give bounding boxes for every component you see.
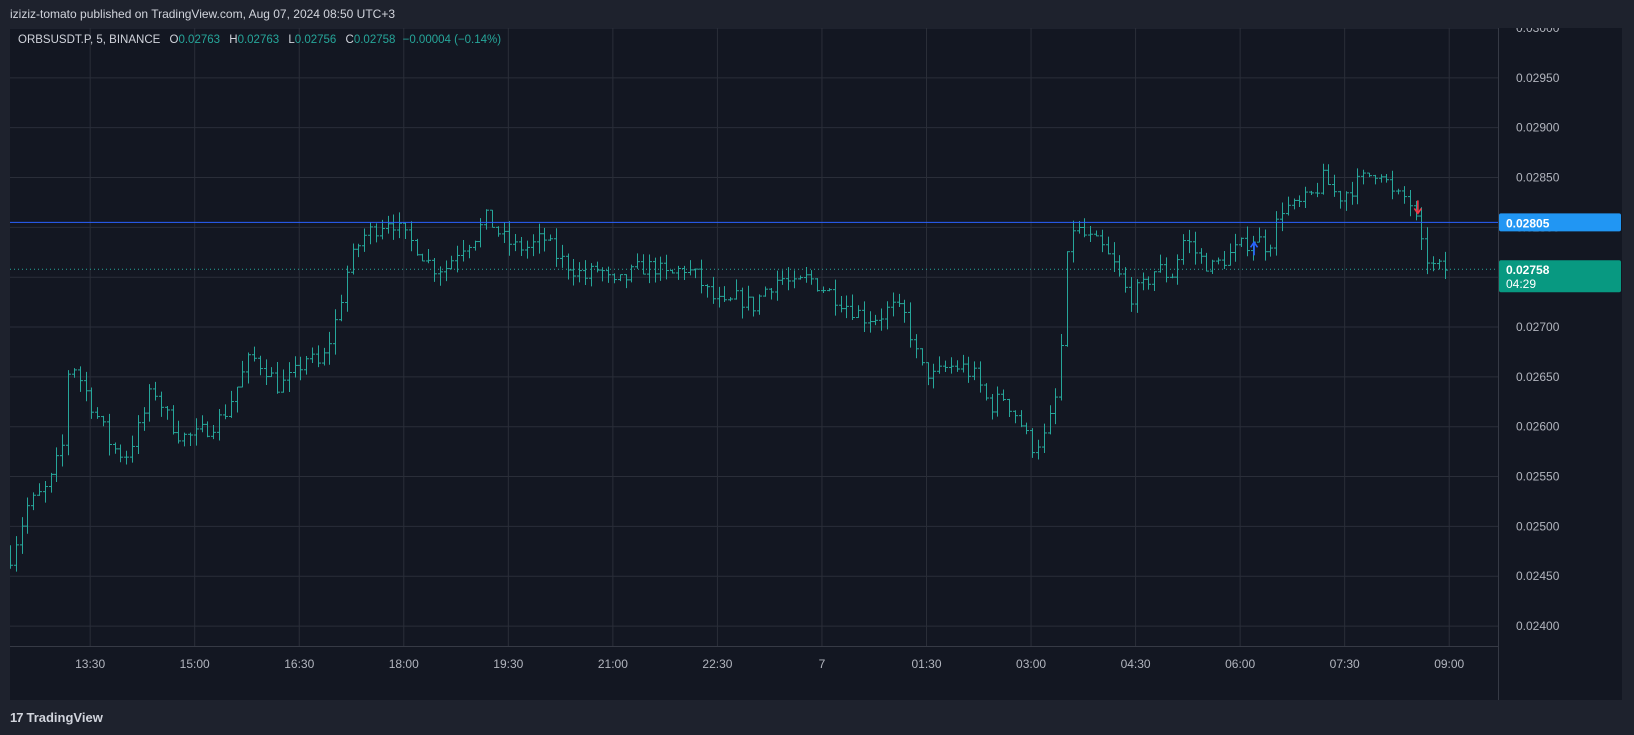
time-axis: [10, 646, 1498, 700]
legend-low-value: 0.02756: [294, 34, 337, 46]
y-tick-label: 0.02850: [1516, 171, 1560, 185]
bar-countdown-label: 04:29: [1506, 277, 1536, 291]
legend-close-value: 0.02758: [353, 34, 396, 46]
chart-frame[interactable]: 0.030000.029500.029000.028500.028000.027…: [10, 28, 1622, 700]
footer-bar: 17 TradingView: [0, 700, 1634, 735]
y-tick-label: 0.02900: [1516, 121, 1560, 135]
y-tick-label: 0.02950: [1516, 71, 1560, 85]
x-tick-label: 22:30: [702, 657, 732, 671]
chart-window: iziziz-tomato published on TradingView.c…: [0, 0, 1634, 735]
tradingview-brand[interactable]: 17 TradingView: [10, 710, 103, 725]
plot-area: [10, 28, 1498, 646]
y-tick-label: 0.02550: [1516, 470, 1560, 484]
y-tick-label: 0.02700: [1516, 320, 1560, 334]
y-tick-label: 0.03000: [1516, 28, 1560, 35]
x-tick-label: 09:00: [1434, 657, 1464, 671]
x-tick-label: 19:30: [493, 657, 523, 671]
x-tick-label: 06:00: [1225, 657, 1255, 671]
x-tick-label: 01:30: [911, 657, 941, 671]
y-tick-label: 0.02450: [1516, 569, 1560, 583]
brand-name: TradingView: [26, 710, 103, 725]
symbol-legend: ORBSUSDT.P, 5, BINANCE O0.02763 H0.02763…: [18, 34, 501, 46]
x-tick-label: 13:30: [75, 657, 105, 671]
x-tick-label: 18:00: [389, 657, 419, 671]
publish-header: iziziz-tomato published on TradingView.c…: [0, 0, 1634, 28]
x-tick-label: 7: [819, 657, 826, 671]
x-tick-label: 03:00: [1016, 657, 1046, 671]
legend-high-label: H: [229, 34, 238, 46]
legend-open-value: 0.02763: [178, 34, 221, 46]
legend-change: −0.00004 (−0.14%): [402, 34, 502, 46]
x-tick-label: 16:30: [284, 657, 314, 671]
legend-symbol: ORBSUSDT.P, 5, BINANCE: [18, 34, 161, 46]
x-tick-label: 04:30: [1121, 657, 1151, 671]
horizontal-line-label: 0.02805: [1506, 216, 1550, 230]
y-tick-label: 0.02500: [1516, 519, 1560, 533]
x-tick-label: 07:30: [1330, 657, 1360, 671]
y-tick-label: 0.02400: [1516, 619, 1560, 633]
y-tick-label: 0.02650: [1516, 370, 1560, 384]
last-price-label: 0.02758: [1506, 263, 1550, 277]
legend-close-label: C: [345, 34, 354, 46]
publish-info: iziziz-tomato published on TradingView.c…: [10, 7, 396, 21]
tradingview-logo-icon: 17: [10, 710, 24, 725]
y-tick-label: 0.02600: [1516, 420, 1560, 434]
x-tick-label: 21:00: [598, 657, 628, 671]
legend-high-value: 0.02763: [237, 34, 280, 46]
ohlc-chart[interactable]: 0.030000.029500.029000.028500.028000.027…: [10, 28, 1622, 700]
x-tick-label: 15:00: [180, 657, 210, 671]
